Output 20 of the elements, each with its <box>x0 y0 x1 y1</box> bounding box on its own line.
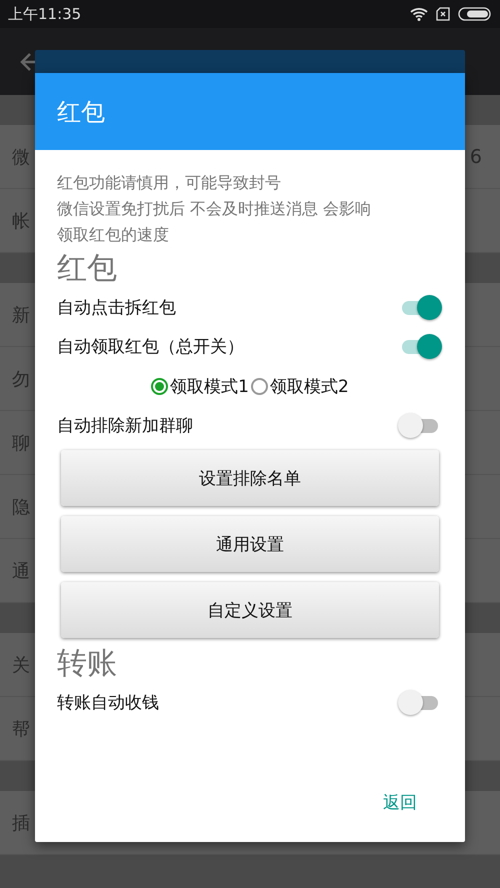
section-title: 转账 <box>57 645 118 683</box>
settings-button[interactable]: 设置排除名单 <box>61 450 439 506</box>
warning-text: 红包功能请慎用，可能导致封号 <box>57 172 282 194</box>
warning-text: 领取红包的速度 <box>57 224 170 246</box>
settings-button[interactable]: 通用设置 <box>61 516 439 572</box>
settings-button[interactable]: 自定义设置 <box>61 582 439 638</box>
section-title: 红包 <box>57 250 118 288</box>
switch-label: 转账自动收钱 <box>57 692 159 714</box>
switch-label: 自动排除新加群聊 <box>57 415 193 437</box>
wifi-icon <box>410 7 428 21</box>
radio-option[interactable]: 领取模式2 <box>251 374 349 398</box>
dialog-title: 红包 <box>57 96 105 128</box>
sim-card-icon <box>436 7 450 21</box>
back-button[interactable]: 返回 <box>377 787 423 818</box>
switch-label: 自动点击拆红包 <box>57 297 176 319</box>
switch-label: 自动领取红包（总开关） <box>57 336 244 358</box>
warning-text: 微信设置免打扰后 不会及时推送消息 会影响 <box>57 198 372 220</box>
status-time: 上午11:35 <box>8 4 82 24</box>
battery-icon <box>458 7 492 21</box>
radio-option[interactable]: 领取模式1 <box>151 374 249 398</box>
